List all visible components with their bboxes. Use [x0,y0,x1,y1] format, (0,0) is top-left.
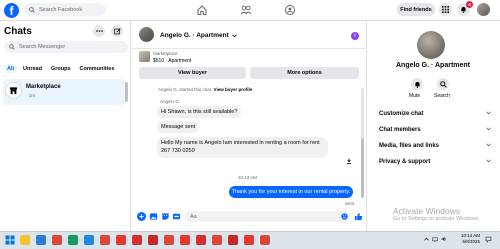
app-icon[interactable] [68,235,78,245]
listing-thumbnail[interactable] [139,51,150,62]
view-buyer-button[interactable]: View buyer [139,67,246,79]
friends-icon[interactable] [240,4,252,16]
profile-avatar[interactable] [417,31,445,59]
chat-filter-tabs: All Unread Groups Communities [4,64,120,74]
activate-windows-subtitle: Go to Settings to activate Windows. [393,216,480,222]
chrome-icon[interactable] [212,235,222,245]
mute-label: Mute [409,93,421,99]
find-friends-button[interactable]: Find friends [397,3,435,16]
message-status: Sent [345,201,355,206]
notification-count-badge: 4 [466,1,473,8]
file-explorer-icon[interactable] [20,235,30,245]
system-tray-chevron-icon[interactable] [424,237,429,241]
search-icon [9,44,15,50]
chevron-down-icon [486,143,491,147]
groups-icon[interactable] [284,4,296,16]
search-icon [29,6,35,13]
outgoing-message: Thank you for your interest in our renta… [229,186,353,198]
listing-label: Marketplace [153,51,178,56]
app-icon[interactable] [84,235,94,245]
browser-icon[interactable] [36,235,46,245]
marketplace-store-icon [5,82,22,99]
search-in-conversation-icon[interactable] [437,78,449,90]
windows-start-icon[interactable] [5,235,15,245]
chat-members-section[interactable]: Chat members [379,127,491,133]
chevron-down-icon [231,33,237,38]
menu-grid-icon[interactable] [439,3,452,16]
taskbar-clock[interactable]: 10:14 AM 5/8/2025 [452,233,480,245]
gif-icon[interactable] [172,212,181,221]
media-files-links-section[interactable]: Media, files and links [379,143,491,149]
view-buyer-profile-link[interactable]: View buyer profile [214,87,253,92]
account-avatar[interactable] [477,3,490,16]
privacy-support-section[interactable]: Privacy & support [379,159,491,165]
conversation-time: · 1m [26,93,35,98]
facebook-search-input[interactable]: Search Facebook [24,3,106,16]
chevron-down-icon [486,127,491,131]
home-icon[interactable] [196,4,208,16]
chrome-icon[interactable] [196,235,206,245]
mute-bell-icon[interactable] [411,78,423,90]
sidebar-scrollbar[interactable] [125,82,128,102]
system-message: Angelo G. started this chat. View buyer … [158,87,253,92]
chrome-icon[interactable] [180,235,190,245]
chrome-icon[interactable] [132,235,142,245]
filter-groups[interactable]: Groups [48,64,74,74]
new-message-icon[interactable] [111,25,123,37]
add-plus-icon[interactable] [137,212,146,221]
chevron-down-icon [486,159,491,163]
volume-icon[interactable] [441,236,447,242]
incoming-message: Hello My name is Angelo Iam interested i… [157,137,328,158]
message-timestamp: 10:13 AM [238,175,258,180]
emoji-icon[interactable] [341,213,348,220]
filter-all[interactable]: All [4,64,18,74]
chrome-icon[interactable] [260,235,270,245]
download-icon[interactable] [346,158,352,164]
chrome-icon[interactable] [148,235,158,245]
sticker-icon[interactable] [161,212,170,221]
chevron-down-icon [486,111,491,115]
profile-name: Angelo G. · Apartment [395,62,471,69]
filter-communities[interactable]: Communities [77,64,118,74]
activate-windows-title: Activate Windows [393,206,461,216]
chrome-icon[interactable] [116,235,126,245]
notification-center-icon[interactable] [485,236,492,243]
like-thumb-icon[interactable] [354,212,363,221]
filter-unread[interactable]: Unread [20,64,45,74]
sender-name: Angelo G. [160,99,181,104]
listing-price: $510 · Apartment [153,58,192,64]
facebook-logo[interactable]: f [4,3,19,18]
chats-title: Chats [4,26,32,37]
conversation-title[interactable]: Angelo G. · Apartment [160,32,237,39]
chrome-icon[interactable] [244,235,254,245]
network-icon[interactable] [432,236,438,242]
message-input[interactable]: Aa [185,211,349,222]
chrome-icon[interactable] [52,235,62,245]
incoming-message: Hi Shawn, is this still available? [157,106,242,118]
chrome-icon[interactable] [228,235,238,245]
customize-chat-section[interactable]: Customize chat [379,111,491,117]
image-icon[interactable] [149,212,158,221]
more-options-icon[interactable] [93,25,105,37]
incoming-message: Message sent [157,121,200,133]
messenger-search-input[interactable]: Search Messenger [4,41,128,53]
chrome-icon[interactable] [164,235,174,245]
thread-scrollbar[interactable] [361,138,364,198]
chrome-icon[interactable] [100,235,110,245]
more-options-button[interactable]: More options [250,67,359,79]
contact-avatar[interactable] [139,27,154,42]
conversation-info-icon[interactable]: i [351,32,359,40]
search-label: Search [434,93,450,99]
conversation-name: Marketplace [26,84,61,90]
